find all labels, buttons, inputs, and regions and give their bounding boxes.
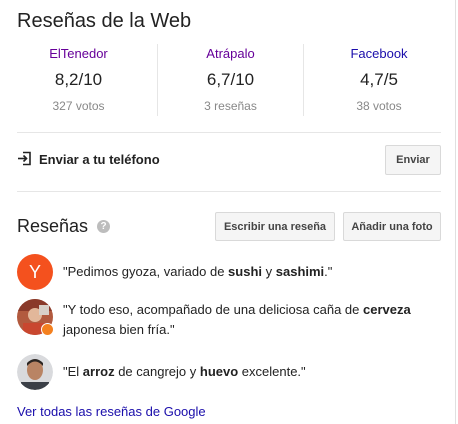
avatar[interactable]: Y	[17, 254, 53, 290]
source-link-facebook[interactable]: Facebook	[304, 46, 454, 61]
divider	[17, 132, 441, 133]
send-button[interactable]: Enviar	[385, 145, 441, 175]
highlight-keyword: huevo	[199, 364, 239, 379]
avatar-photo	[17, 354, 53, 390]
card-title: Reseñas de la Web	[17, 10, 192, 32]
add-photo-button[interactable]: Añadir una foto	[343, 212, 441, 241]
highlight-keyword: cerveza	[362, 302, 411, 317]
send-to-phone-label[interactable]: Enviar a tu teléfono	[39, 152, 160, 167]
source-link-eltenedor[interactable]: ElTenedor	[0, 46, 157, 61]
avatar[interactable]	[17, 354, 53, 390]
highlight-keyword: arroz	[82, 364, 115, 379]
highlight-keyword: sushi	[228, 264, 263, 279]
reviews-header: Reseñas ? Escribir una reseña Añadir una…	[17, 212, 441, 242]
highlight-keyword: sashimi	[275, 264, 325, 279]
divider	[17, 191, 441, 192]
rating-facebook: Facebook 4,7/5 38 votos	[304, 44, 454, 116]
reviews-card: Reseñas de la Web ElTenedor 8,2/10 327 v…	[0, 0, 456, 424]
rating-eltenedor: ElTenedor 8,2/10 327 votos	[0, 44, 158, 116]
rating-score: 8,2/10	[54, 70, 103, 89]
write-review-button[interactable]: Escribir una reseña	[215, 212, 335, 241]
reviews-heading: Reseñas	[17, 216, 89, 236]
rating-score: 4,7/5	[360, 70, 398, 89]
review-text[interactable]: "Pedimos gyoza, variado de sushi y sashi…	[63, 262, 443, 282]
rating-score: 6,7/10	[206, 70, 255, 89]
avatar[interactable]	[17, 299, 54, 336]
rating-count: 3 reseñas	[204, 99, 257, 113]
review-text[interactable]: "Y todo eso, acompañado de una deliciosa…	[63, 300, 443, 340]
send-to-phone-row: Enviar a tu teléfono Enviar	[17, 145, 441, 175]
web-ratings: ElTenedor 8,2/10 327 votos Atrápalo 6,7/…	[0, 44, 458, 116]
help-icon[interactable]: ?	[97, 220, 110, 233]
review-text[interactable]: "El arroz de cangrejo y huevo excelente.…	[63, 362, 443, 382]
send-to-phone-icon	[18, 151, 31, 166]
rating-count: 38 votos	[356, 99, 402, 113]
source-link-atrapalo[interactable]: Atrápalo	[158, 46, 303, 61]
all-reviews-link[interactable]: Ver todas las reseñas de Google	[17, 404, 206, 419]
local-guide-badge-icon	[41, 323, 54, 336]
rating-count: 327 votos	[52, 99, 105, 113]
rating-atrapalo: Atrápalo 6,7/10 3 reseñas	[158, 44, 304, 116]
